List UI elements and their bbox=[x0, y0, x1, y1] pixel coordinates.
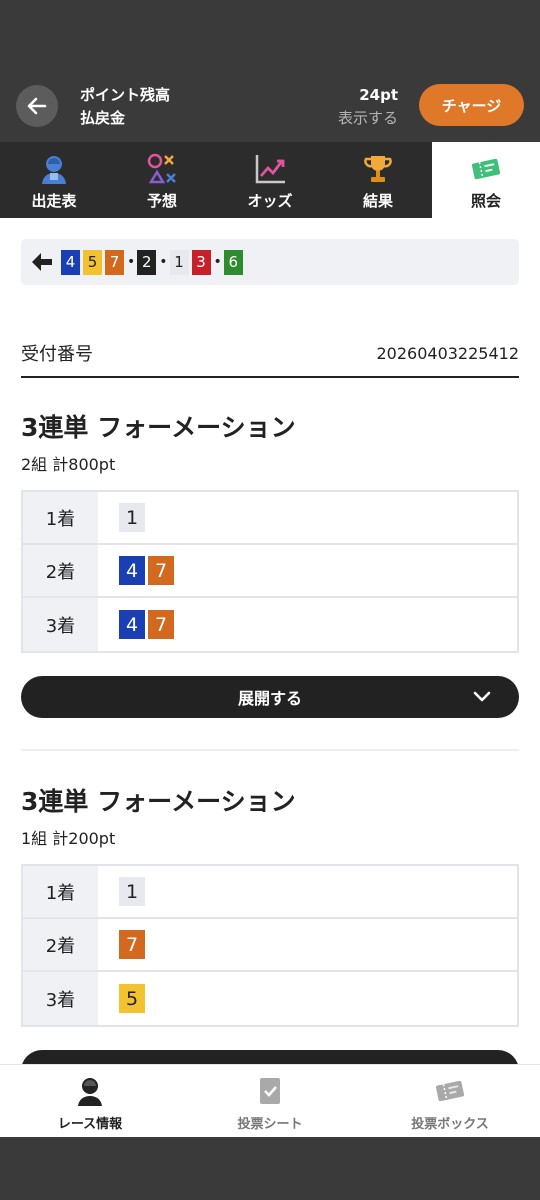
place-label: 2着 bbox=[23, 919, 98, 970]
lane-7-badge: 7 bbox=[105, 249, 124, 275]
bottom-navigation: レース情報 投票シート 投票ボックス bbox=[0, 1064, 540, 1137]
place-numbers: 7 bbox=[98, 919, 517, 970]
tab-prediction[interactable]: 予想 bbox=[108, 142, 216, 218]
lane-1-badge: 1 bbox=[119, 503, 145, 532]
refund-show-link[interactable]: 表示する bbox=[338, 107, 398, 130]
bet-type-title: 3連単 フォーメーション bbox=[21, 787, 296, 816]
balance-labels: ポイント残高 払戻金 bbox=[80, 84, 170, 130]
tab-label: 結果 bbox=[362, 192, 393, 210]
separator-dot: • bbox=[159, 254, 168, 270]
racer-icon bbox=[42, 156, 66, 184]
nav-label: 投票ボックス bbox=[411, 1117, 489, 1132]
lane-5-badge: 5 bbox=[119, 984, 145, 1013]
header: ポイント残高 払戻金 24pt 表示する チャージ bbox=[0, 0, 540, 142]
arrow-left-icon bbox=[27, 97, 47, 115]
lane-7-badge: 7 bbox=[148, 610, 174, 639]
receipt-number-row: 受付番号 20260403225412 bbox=[21, 336, 519, 378]
tab-label: 出走表 bbox=[31, 192, 77, 210]
receipt-number-value: 20260403225412 bbox=[376, 343, 519, 363]
table-row: 1着 1 bbox=[23, 866, 517, 919]
system-bar bbox=[0, 1137, 540, 1200]
lane-4-badge: 4 bbox=[119, 610, 145, 639]
place-label: 2着 bbox=[23, 545, 98, 596]
expand-button-label: 展開する bbox=[237, 689, 302, 708]
expand-button[interactable]: 展開する bbox=[21, 676, 519, 718]
refund-label: 払戻金 bbox=[80, 109, 126, 127]
table-row: 3着 5 bbox=[23, 972, 517, 1025]
lane-7-badge: 7 bbox=[148, 556, 174, 585]
place-label: 3着 bbox=[23, 972, 98, 1025]
ticket-icon bbox=[435, 1080, 465, 1102]
tab-results[interactable]: 結果 bbox=[324, 142, 432, 218]
ticket-icon bbox=[471, 158, 501, 180]
receipt-number-label: 受付番号 bbox=[21, 344, 93, 365]
nav-label: 投票シート bbox=[237, 1117, 303, 1132]
inquiry-content: 4 5 7 • 2 • 1 3 • 6 受付番号 20260403225412 … bbox=[0, 218, 540, 1064]
place-label: 1着 bbox=[23, 492, 98, 543]
separator-dot: • bbox=[213, 254, 222, 270]
chevron-down-icon bbox=[473, 691, 491, 702]
lane-6-badge: 6 bbox=[223, 249, 243, 275]
tab-label: 予想 bbox=[146, 192, 177, 210]
back-button[interactable] bbox=[16, 85, 58, 127]
odds-chart-icon bbox=[255, 155, 285, 184]
bet-amount-summary: 2組 計800pt bbox=[21, 455, 116, 474]
nav-vote-box[interactable]: 投票ボックス bbox=[360, 1065, 540, 1137]
lane-1-badge: 1 bbox=[119, 877, 145, 906]
expand-button[interactable] bbox=[21, 1050, 519, 1064]
table-row: 3着 4 7 bbox=[23, 598, 517, 651]
tab-label: オッズ bbox=[247, 192, 293, 210]
tab-inquiry[interactable]: 照会 bbox=[432, 142, 540, 218]
lane-3-badge: 3 bbox=[191, 249, 211, 275]
tab-entries[interactable]: 出走表 bbox=[0, 142, 108, 218]
place-numbers: 4 7 bbox=[98, 545, 517, 596]
racer-icon bbox=[78, 1078, 102, 1106]
prediction-icon bbox=[147, 153, 176, 184]
place-numbers: 4 7 bbox=[98, 598, 517, 651]
nav-race-info[interactable]: レース情報 bbox=[0, 1065, 180, 1137]
charge-button[interactable]: チャージ bbox=[419, 84, 524, 126]
place-label: 3着 bbox=[23, 598, 98, 651]
formation-table: 1着 1 2着 7 3着 5 bbox=[21, 864, 519, 1027]
place-numbers: 5 bbox=[98, 972, 517, 1025]
balance-values: 24pt 表示する bbox=[338, 84, 398, 130]
separator-dot: • bbox=[127, 254, 136, 270]
table-row: 2着 4 7 bbox=[23, 545, 517, 598]
tab-label: 照会 bbox=[470, 192, 501, 210]
lane-5-badge: 5 bbox=[83, 249, 102, 275]
lane-2-badge: 2 bbox=[137, 249, 157, 275]
arrow-left-icon bbox=[32, 253, 52, 271]
bet-combination-summary: 4 5 7 • 2 • 1 3 • 6 bbox=[21, 239, 519, 285]
table-row: 2着 7 bbox=[23, 919, 517, 972]
bet-type-title: 3連単 フォーメーション bbox=[21, 413, 296, 442]
place-numbers: 1 bbox=[98, 866, 517, 917]
place-numbers: 1 bbox=[98, 492, 517, 543]
vote-sheet-icon bbox=[260, 1078, 280, 1104]
app-screen: ポイント残高 払戻金 24pt 表示する チャージ 出走表 予想 オッズ 結果 … bbox=[0, 0, 540, 1200]
lane-7-badge: 7 bbox=[119, 930, 145, 959]
tab-odds[interactable]: オッズ bbox=[216, 142, 324, 218]
nav-vote-sheet[interactable]: 投票シート bbox=[180, 1065, 360, 1137]
trophy-icon bbox=[364, 156, 392, 182]
lane-4-badge: 4 bbox=[119, 556, 145, 585]
table-row: 1着 1 bbox=[23, 492, 517, 545]
point-balance-value: 24pt bbox=[359, 86, 398, 104]
place-label: 1着 bbox=[23, 866, 98, 917]
tab-bar: 出走表 予想 オッズ 結果 照会 bbox=[0, 142, 540, 218]
point-balance-label: ポイント残高 bbox=[80, 86, 171, 104]
lane-1-badge: 1 bbox=[169, 249, 189, 275]
section-divider bbox=[21, 749, 519, 751]
bet-amount-summary: 1組 計200pt bbox=[21, 829, 116, 848]
formation-table: 1着 1 2着 4 7 3着 4 7 bbox=[21, 490, 519, 653]
lane-4-badge: 4 bbox=[61, 249, 80, 275]
nav-label: レース情報 bbox=[57, 1117, 123, 1132]
